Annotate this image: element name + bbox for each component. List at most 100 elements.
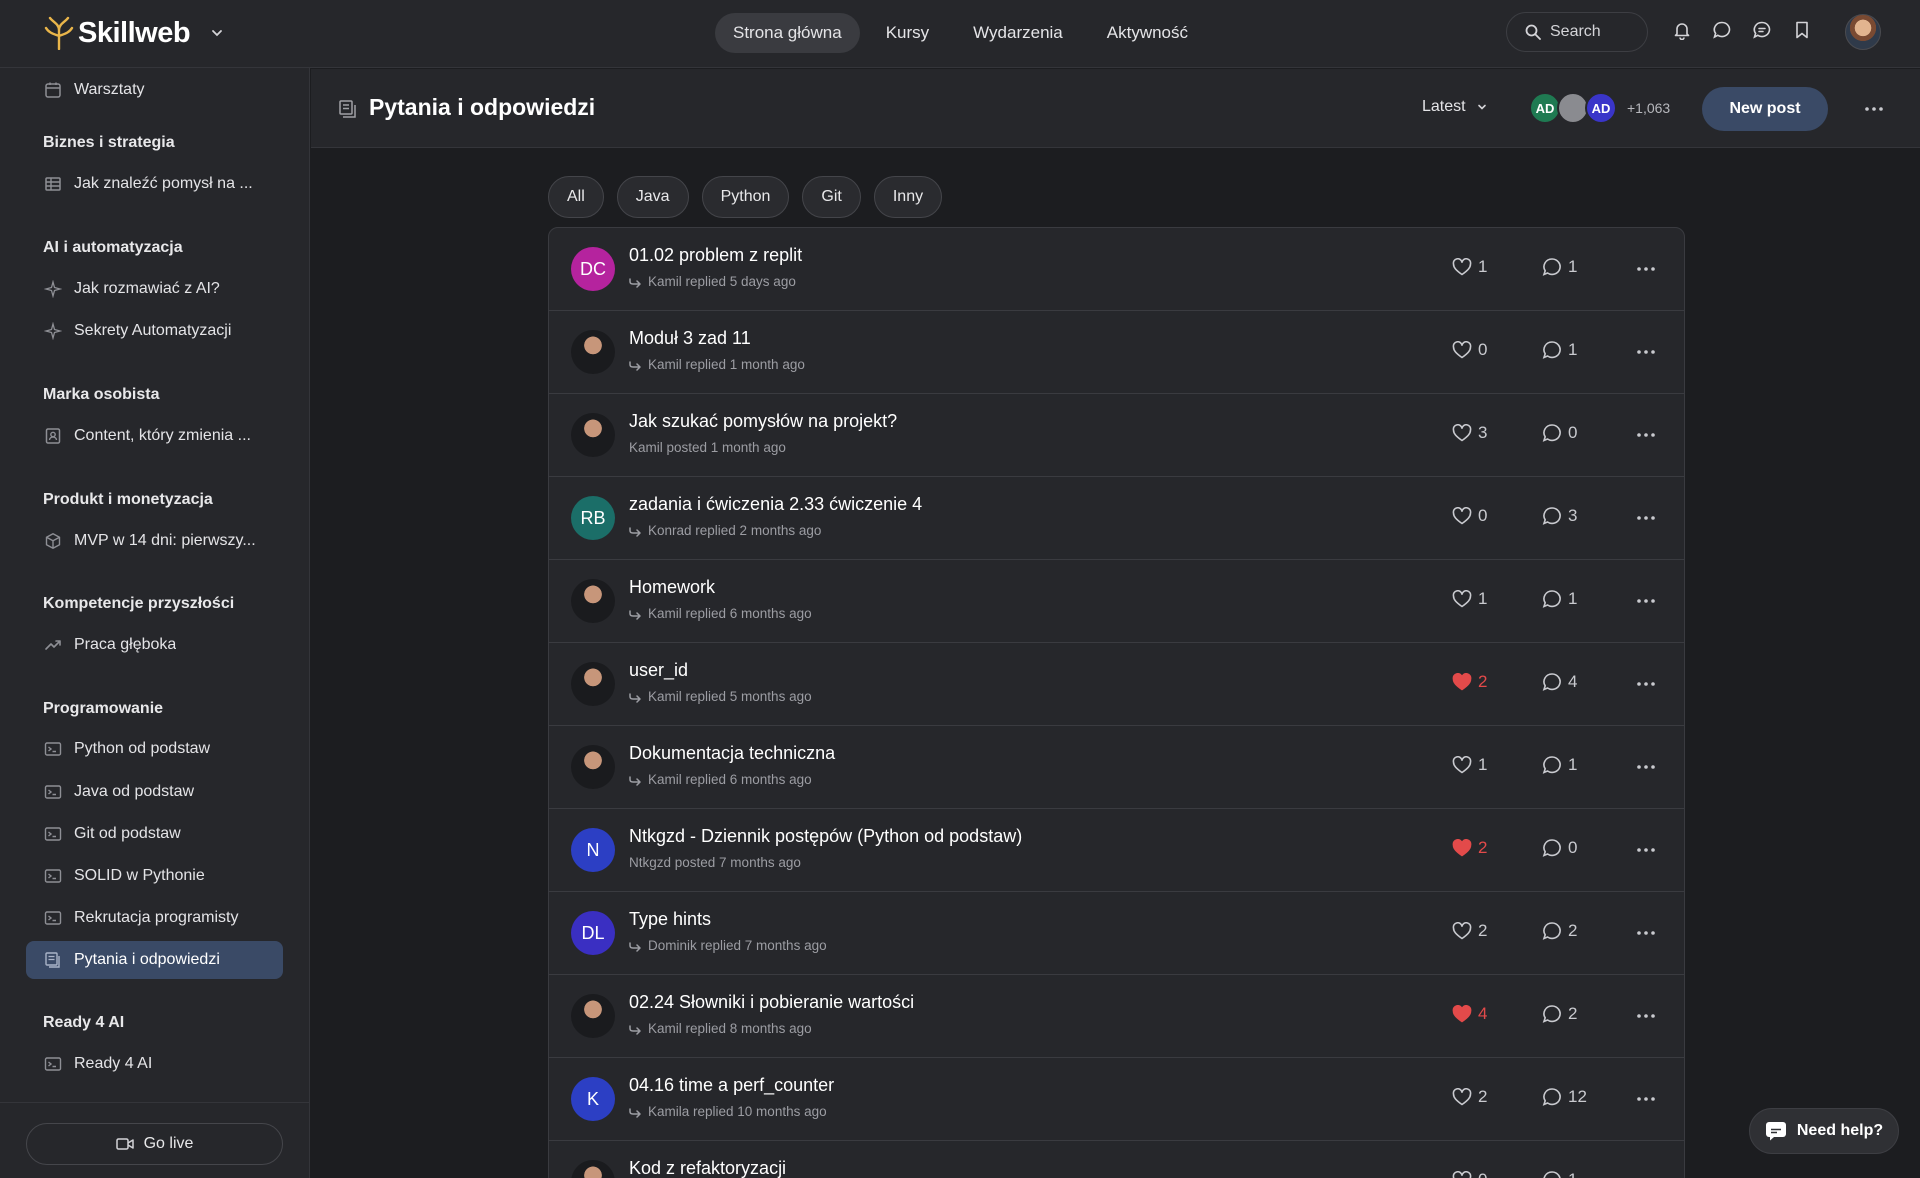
author-avatar[interactable] xyxy=(571,994,615,1038)
more-options-icon[interactable] xyxy=(1635,591,1657,611)
post-row[interactable]: DL Type hints Dominik replied 7 months ago… xyxy=(549,892,1684,975)
filter-chip-git[interactable]: Git xyxy=(802,176,861,218)
author-avatar[interactable] xyxy=(571,745,615,789)
filter-chip-java[interactable]: Java xyxy=(616,176,689,218)
bell-icon[interactable] xyxy=(1672,20,1692,41)
more-options-icon[interactable] xyxy=(1635,1172,1657,1178)
sidebar-item-recruitment[interactable]: Rekrutacja programisty xyxy=(26,899,283,937)
comment-button[interactable]: 1 xyxy=(1542,340,1577,360)
filter-chip-all[interactable]: All xyxy=(548,176,604,218)
like-button[interactable]: 1 xyxy=(1452,589,1487,609)
post-row[interactable]: Dokumentacja techniczna Kamil replied 6 m… xyxy=(549,726,1684,809)
sidebar-item-deep-work[interactable]: Praca głęboka xyxy=(26,626,283,664)
like-button[interactable]: 4 xyxy=(1452,1004,1487,1024)
comment-button[interactable]: 1 xyxy=(1542,257,1577,277)
user-avatar[interactable] xyxy=(1845,14,1881,50)
author-avatar[interactable]: DL xyxy=(571,911,615,955)
post-row[interactable]: Moduł 3 zad 11 Kamil replied 1 month ago 0… xyxy=(549,311,1684,394)
chat-icon[interactable] xyxy=(1712,20,1732,40)
sidebar-item-workshops[interactable]: Warsztaty xyxy=(26,71,283,109)
author-avatar[interactable] xyxy=(571,413,615,457)
nav-item-home[interactable]: Strona główna xyxy=(715,13,860,53)
like-button[interactable]: 0 xyxy=(1452,1170,1487,1178)
post-row[interactable]: user_id Kamil replied 5 months ago 2 4 xyxy=(549,643,1684,726)
post-row[interactable]: K 04.16 time a perf_counter Kamila replied… xyxy=(549,1058,1684,1141)
comment-button[interactable]: 0 xyxy=(1542,423,1577,443)
comment-button[interactable]: 2 xyxy=(1542,1004,1577,1024)
post-title[interactable]: Homework xyxy=(629,577,715,598)
filter-chip-python[interactable]: Python xyxy=(701,176,790,218)
more-options-icon[interactable] xyxy=(1635,425,1657,445)
nav-item-events[interactable]: Wydarzenia xyxy=(955,13,1081,53)
post-title[interactable]: Ntkgzd - Dziennik postępów (Python od po… xyxy=(629,826,1022,847)
filter-chip-other[interactable]: Inny xyxy=(873,176,943,218)
more-options-icon[interactable] xyxy=(1635,259,1657,279)
like-button[interactable]: 1 xyxy=(1452,755,1487,775)
comment-button[interactable]: 1 xyxy=(1542,755,1577,775)
sidebar-item-java[interactable]: Java od podstaw xyxy=(26,773,283,811)
post-row[interactable]: N Ntkgzd - Dziennik postępów (Python od p… xyxy=(549,809,1684,892)
more-options-icon[interactable] xyxy=(1635,342,1657,362)
chevron-down-icon[interactable] xyxy=(210,26,224,40)
author-avatar[interactable]: K xyxy=(571,1077,615,1121)
comment-button[interactable]: 1 xyxy=(1542,1170,1577,1178)
sidebar-item-git[interactable]: Git od podstaw xyxy=(26,815,283,853)
post-title[interactable]: 04.16 time a perf_counter xyxy=(629,1075,834,1096)
nav-item-courses[interactable]: Kursy xyxy=(868,13,947,53)
comment-button[interactable]: 12 xyxy=(1542,1087,1587,1107)
sort-dropdown[interactable]: Latest xyxy=(1422,98,1488,116)
author-avatar[interactable]: RB xyxy=(571,496,615,540)
like-button[interactable]: 1 xyxy=(1452,257,1487,277)
sidebar-item-ai-talk[interactable]: Jak rozmawiać z AI? xyxy=(26,270,283,308)
post-title[interactable]: 02.24 Słowniki i pobieranie wartości xyxy=(629,992,914,1013)
post-title[interactable]: user_id xyxy=(629,660,688,681)
like-button[interactable]: 2 xyxy=(1452,921,1487,941)
post-title[interactable]: Dokumentacja techniczna xyxy=(629,743,835,764)
more-options-icon[interactable] xyxy=(1635,757,1657,777)
like-button[interactable]: 2 xyxy=(1452,838,1487,858)
post-row[interactable]: 02.24 Słowniki i pobieranie wartości Kami… xyxy=(549,975,1684,1058)
more-options-icon[interactable] xyxy=(1863,99,1885,119)
messages-icon[interactable] xyxy=(1752,20,1772,40)
post-row[interactable]: DC 01.02 problem z replit Kamil replied 5 … xyxy=(549,228,1684,311)
more-options-icon[interactable] xyxy=(1635,508,1657,528)
sidebar-item-solid[interactable]: SOLID w Pythonie xyxy=(26,857,283,895)
post-title[interactable]: Kod z refaktoryzacji xyxy=(629,1158,786,1178)
more-options-icon[interactable] xyxy=(1635,1089,1657,1109)
new-post-button[interactable]: New post xyxy=(1702,87,1828,131)
like-button[interactable]: 3 xyxy=(1452,423,1487,443)
go-live-button[interactable]: Go live xyxy=(26,1123,283,1165)
sidebar-item-business-idea[interactable]: Jak znaleźć pomysł na ... xyxy=(26,165,283,203)
like-button[interactable]: 0 xyxy=(1452,506,1487,526)
sidebar-item-mvp[interactable]: MVP w 14 dni: pierwszy... xyxy=(26,522,283,560)
author-avatar[interactable] xyxy=(571,330,615,374)
post-title[interactable]: zadania i ćwiczenia 2.33 ćwiczenie 4 xyxy=(629,494,922,515)
like-button[interactable]: 2 xyxy=(1452,672,1487,692)
post-title[interactable]: Jak szukać pomysłów na projekt? xyxy=(629,411,897,432)
need-help-button[interactable]: Need help? xyxy=(1749,1108,1899,1154)
author-avatar[interactable]: N xyxy=(571,828,615,872)
sidebar-item-content[interactable]: Content, który zmienia ... xyxy=(26,417,283,455)
bookmark-icon[interactable] xyxy=(1792,20,1812,40)
comment-button[interactable]: 0 xyxy=(1542,838,1577,858)
author-avatar[interactable]: DC xyxy=(571,247,615,291)
comment-button[interactable]: 4 xyxy=(1542,672,1577,692)
sidebar-item-python[interactable]: Python od podstaw xyxy=(26,730,283,768)
post-row[interactable]: Kod z refaktoryzacji 0 1 xyxy=(549,1141,1684,1178)
author-avatar[interactable] xyxy=(571,1160,615,1178)
brand[interactable]: Skillweb xyxy=(44,14,224,52)
sidebar-item-ready4ai[interactable]: Ready 4 AI xyxy=(26,1045,283,1083)
author-avatar[interactable] xyxy=(571,662,615,706)
more-options-icon[interactable] xyxy=(1635,840,1657,860)
member-avatars[interactable]: AD AD +1,063 xyxy=(1529,92,1670,124)
like-button[interactable]: 0 xyxy=(1452,340,1487,360)
like-button[interactable]: 2 xyxy=(1452,1087,1487,1107)
comment-button[interactable]: 1 xyxy=(1542,589,1577,609)
sidebar-item-qa[interactable]: Pytania i odpowiedzi xyxy=(26,941,283,979)
post-row[interactable]: Homework Kamil replied 6 months ago 1 1 xyxy=(549,560,1684,643)
post-row[interactable]: RB zadania i ćwiczenia 2.33 ćwiczenie 4 Ko… xyxy=(549,477,1684,560)
post-title[interactable]: Moduł 3 zad 11 xyxy=(629,328,751,349)
more-options-icon[interactable] xyxy=(1635,1006,1657,1026)
post-row[interactable]: Jak szukać pomysłów na projekt? Kamil pos… xyxy=(549,394,1684,477)
sidebar-item-automation[interactable]: Sekrety Automatyzacji xyxy=(26,312,283,350)
